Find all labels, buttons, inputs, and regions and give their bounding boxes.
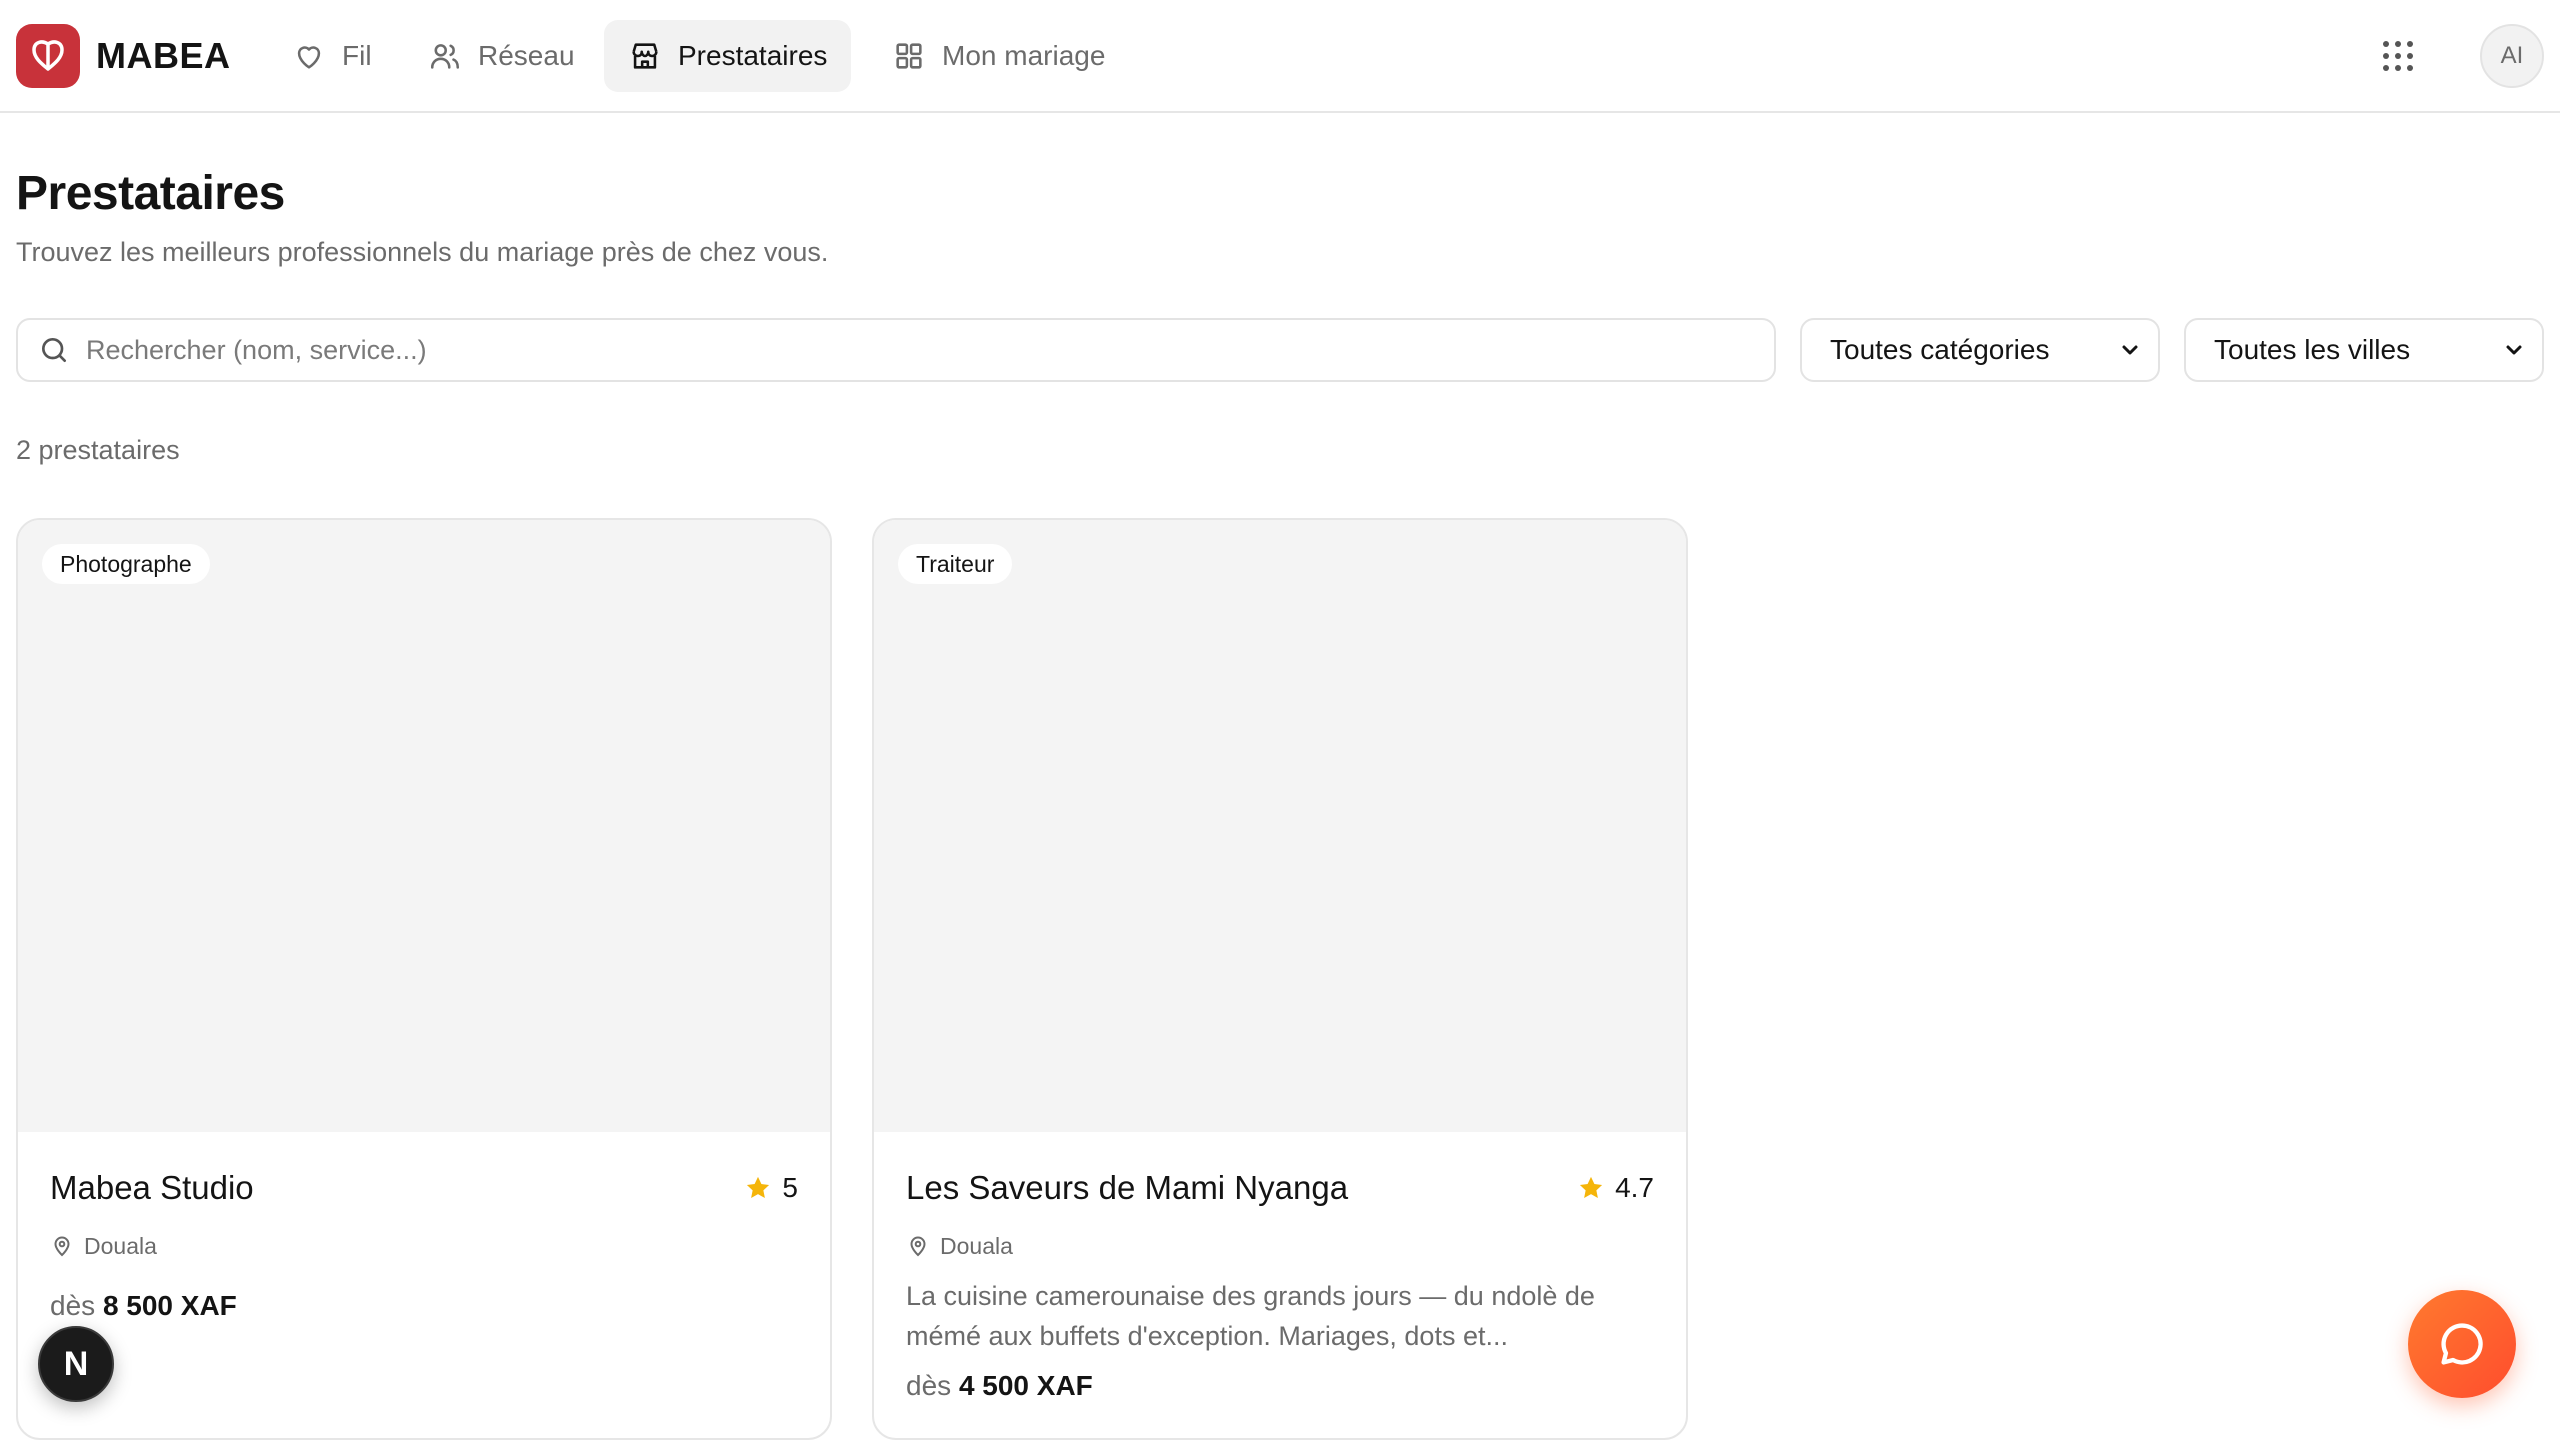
chat-button[interactable] xyxy=(2408,1290,2516,1398)
map-pin-icon xyxy=(54,1236,70,1257)
vendor-price: dès 4 500 XAF xyxy=(906,1366,1093,1406)
category-select[interactable]: Toutes catégories xyxy=(1800,318,2160,382)
star-icon xyxy=(1579,1176,1603,1199)
nav-item-label: Prestataires xyxy=(678,40,828,71)
top-navigation-bar: MABEA Fil Réseau Prestataires Mon mariag… xyxy=(0,0,2560,113)
nav-item-reseau[interactable]: Réseau xyxy=(404,20,599,92)
chevron-down-icon xyxy=(2122,345,2138,355)
vendor-cover-image xyxy=(874,520,1686,1132)
vendor-location: Douala xyxy=(906,1230,1013,1262)
vendor-city: Douala xyxy=(84,1233,157,1259)
vendor-card[interactable]: Traiteur Les Saveurs de Mami Nyanga 4.7 … xyxy=(872,518,1688,1440)
brand-name[interactable]: MABEA xyxy=(96,30,231,82)
vendor-price: dès 8 500 XAF xyxy=(50,1286,237,1326)
price-amount: 8 500 XAF xyxy=(102,1290,237,1321)
vendor-name: Mabea Studio xyxy=(50,1169,254,1206)
chevron-down-icon xyxy=(2506,345,2522,355)
nav-item-label: Réseau xyxy=(478,40,575,71)
star-icon xyxy=(747,1176,770,1199)
search-icon xyxy=(42,338,66,362)
nav-item-mon-mariage[interactable]: Mon mariage xyxy=(868,20,1129,92)
nav-item-prestataires[interactable]: Prestataires xyxy=(604,20,852,92)
vendor-rating: 4.7 xyxy=(1577,1166,1654,1210)
city-select[interactable]: Toutes les villes xyxy=(2184,318,2544,382)
users-icon xyxy=(430,44,460,69)
price-prefix: dès xyxy=(50,1290,96,1321)
nav-item-fil[interactable]: Fil xyxy=(268,20,396,92)
map-pin-icon xyxy=(910,1236,926,1257)
result-count: 2 prestataires xyxy=(16,435,180,465)
vendor-rating: 5 xyxy=(744,1166,798,1210)
dev-indicator-badge[interactable]: N xyxy=(38,1326,114,1402)
rating-value: 5 xyxy=(782,1172,798,1203)
price-prefix: dès xyxy=(906,1370,952,1401)
vendor-location: Douala xyxy=(50,1230,157,1262)
vendor-cover-image xyxy=(18,520,830,1132)
vendor-description: La cuisine camerounaise des grands jours… xyxy=(906,1281,1595,1351)
nav-item-label: Fil xyxy=(342,40,372,71)
apps-grid-icon[interactable] xyxy=(2370,28,2426,84)
search-bar xyxy=(16,318,1776,382)
city-select-value: Toutes les villes xyxy=(2214,334,2411,365)
grid-icon xyxy=(896,43,922,69)
rating-value: 4.7 xyxy=(1615,1172,1654,1203)
price-amount: 4 500 XAF xyxy=(958,1370,1093,1401)
chat-bubble-icon xyxy=(2441,1323,2483,1365)
page-title: Prestataires xyxy=(16,167,285,220)
brand-logo-icon[interactable] xyxy=(16,24,80,88)
user-avatar[interactable]: AI xyxy=(2480,24,2544,88)
category-select-value: Toutes catégories xyxy=(1830,334,2050,365)
page-subtitle: Trouvez les meilleurs professionnels du … xyxy=(16,237,829,267)
category-badge: Photographe xyxy=(42,544,210,584)
category-badge: Traiteur xyxy=(898,544,1013,584)
nav-item-label: Mon mariage xyxy=(942,40,1106,71)
search-input[interactable] xyxy=(86,334,1736,366)
vendor-city: Douala xyxy=(940,1233,1013,1259)
store-icon xyxy=(632,43,658,69)
heart-icon xyxy=(297,46,321,69)
vendor-name: Les Saveurs de Mami Nyanga xyxy=(906,1169,1349,1206)
vendor-card[interactable]: Photographe Mabea Studio 5 Douala dès 8 … xyxy=(16,518,832,1440)
